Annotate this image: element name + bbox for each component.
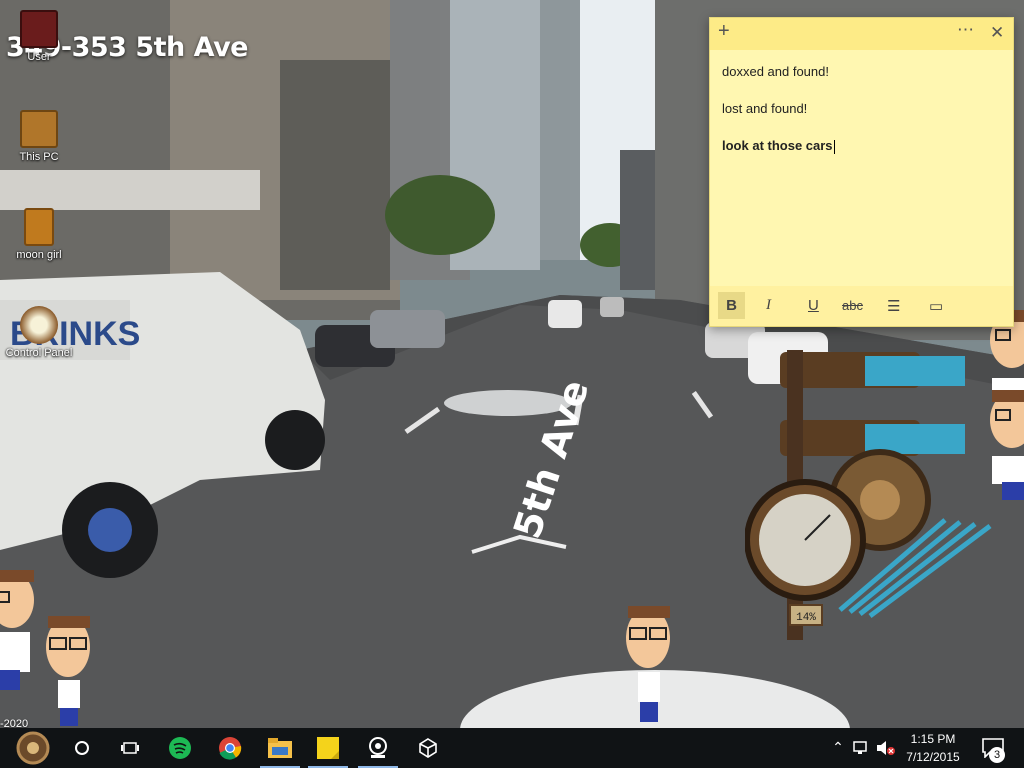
- desktop-icon-this-pc[interactable]: This PC: [0, 110, 78, 163]
- bullet-list-icon[interactable]: ☰: [887, 297, 900, 315]
- add-note-icon[interactable]: +: [718, 20, 730, 43]
- unity-icon: [419, 738, 437, 758]
- sticky-note-body[interactable]: doxxed and found! lost and found! look a…: [710, 50, 1013, 190]
- taskbar-app-chrome[interactable]: [206, 728, 254, 768]
- cortana-circle-icon: [75, 741, 89, 755]
- note-line: look at those cars: [722, 138, 833, 153]
- taskbar: ⌃ 1:15 PM 7/12/2015 3: [0, 728, 1024, 768]
- taskbar-app-webcam[interactable]: [354, 728, 402, 768]
- note-line: lost and found!: [722, 101, 808, 116]
- notification-count-badge: 3: [989, 747, 1005, 763]
- italic-button[interactable]: I: [766, 297, 771, 314]
- sticky-note-titlebar[interactable]: + ⋯ ✕: [710, 18, 1013, 50]
- taskbar-app-unity[interactable]: [404, 728, 452, 768]
- format-toolbar: B I U abc ☰ ▭: [710, 286, 1013, 326]
- road-marking: 5th Ave: [505, 375, 669, 574]
- webcam-icon: [369, 737, 387, 758]
- computer-icon: [20, 110, 58, 148]
- control-panel-icon: [20, 306, 58, 344]
- chrome-icon: [219, 737, 242, 760]
- steampunk-gauge-widget[interactable]: 14%: [745, 340, 1005, 650]
- desktop-icon-label: moon girl: [16, 249, 62, 261]
- volume-muted-icon[interactable]: [876, 740, 896, 756]
- desktop-icon-label: This PC: [19, 151, 59, 163]
- clock-time[interactable]: 1:15 PM: [900, 732, 966, 746]
- show-hidden-icons-chevron-icon[interactable]: ⌃: [828, 739, 848, 756]
- taskbar-app-file-explorer[interactable]: [256, 728, 304, 768]
- taskbar-app-spotify[interactable]: [156, 728, 204, 768]
- desktop-icon-user[interactable]: User: [0, 10, 78, 63]
- year-fragment: -2020: [0, 718, 29, 728]
- cartoon-character-figure[interactable]: [988, 388, 1024, 500]
- desktop-icon-moon-girl[interactable]: moon girl: [0, 208, 78, 261]
- bold-button[interactable]: B: [718, 292, 745, 319]
- user-folder-icon: [20, 10, 58, 48]
- task-view-button[interactable]: [106, 728, 154, 768]
- underline-button[interactable]: U: [808, 297, 819, 314]
- sticky-notes-icon: [317, 737, 339, 759]
- folder-icon: [268, 738, 292, 758]
- cartoon-character-figure[interactable]: [42, 612, 96, 727]
- cartoon-character-figure[interactable]: [622, 602, 676, 724]
- clock-date[interactable]: 7/12/2015: [900, 750, 966, 764]
- desktop-icon-label: Control Panel: [5, 347, 73, 359]
- text-caret: [833, 139, 835, 154]
- gauge-percent: 14%: [796, 612, 816, 624]
- taskbar-app-sticky-notes[interactable]: [304, 728, 352, 768]
- action-center-button[interactable]: 3: [978, 736, 1008, 763]
- task-view-icon: [121, 742, 139, 754]
- close-icon[interactable]: ✕: [990, 23, 1004, 43]
- steampunk-start-icon: [16, 731, 50, 765]
- cartoon-character-figure[interactable]: [0, 570, 36, 690]
- spotify-icon: [169, 737, 191, 759]
- note-line: doxxed and found!: [722, 64, 829, 79]
- folder-icon: [24, 208, 54, 246]
- more-options-icon[interactable]: ⋯: [957, 20, 974, 40]
- sticky-note-window[interactable]: + ⋯ ✕ doxxed and found! lost and found! …: [709, 17, 1014, 327]
- network-icon[interactable]: [852, 740, 870, 756]
- desktop-icon-label: User: [27, 51, 51, 63]
- start-button[interactable]: [8, 728, 58, 768]
- cortana-search-button[interactable]: [58, 728, 106, 768]
- insert-image-icon[interactable]: ▭: [929, 297, 943, 315]
- strikethrough-button[interactable]: abc: [842, 298, 863, 313]
- desktop-icon-control-panel[interactable]: Control Panel: [0, 306, 78, 359]
